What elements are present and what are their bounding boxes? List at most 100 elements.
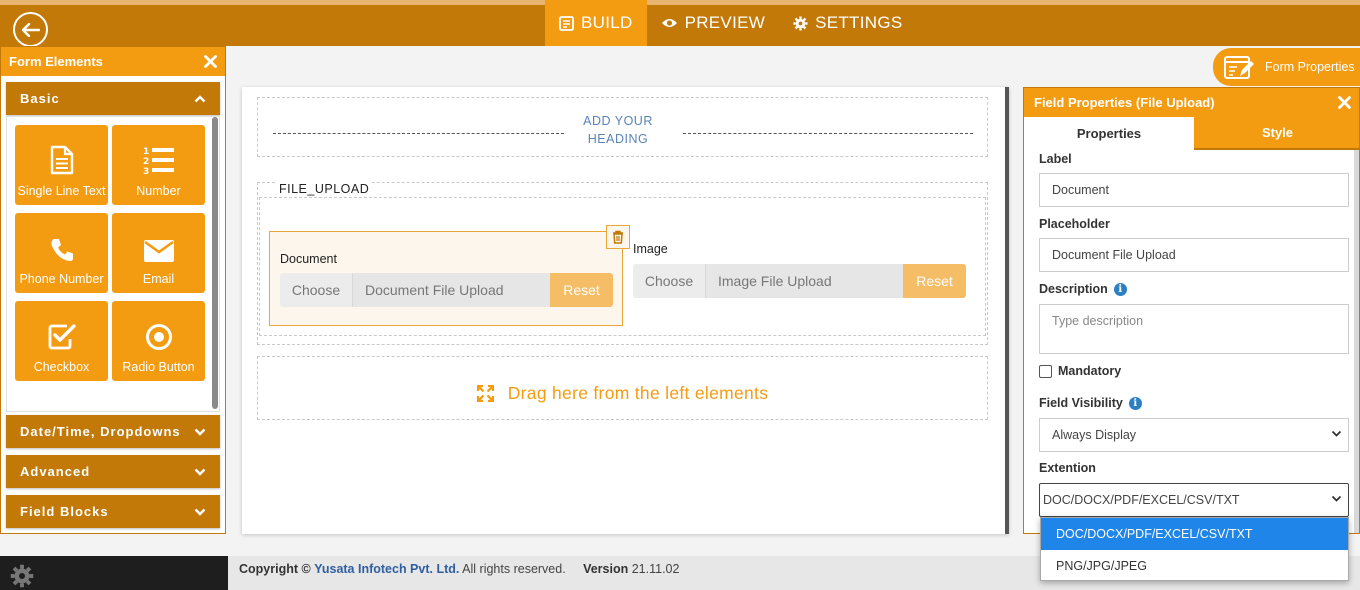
form-elements-header: Form Elements: [1, 47, 225, 76]
image-file-name[interactable]: Image File Upload: [706, 264, 903, 298]
chevron-down-icon: [1331, 430, 1342, 437]
numbered-list-icon: 123: [143, 147, 174, 175]
copyright-prefix: Copyright ©: [239, 562, 311, 576]
tile-number[interactable]: 123 Number: [112, 125, 205, 205]
top-bar: BUILD PREVIEW SETTINGS: [0, 0, 1360, 47]
properties-tabs: Properties Style: [1024, 117, 1359, 150]
company-link[interactable]: Yusata Infotech Pvt. Ltd.: [314, 562, 459, 576]
accordion-datetime-dropdowns[interactable]: Date/Time, Dropdowns: [6, 415, 220, 448]
document-file-name[interactable]: Document File Upload: [353, 273, 550, 307]
chevron-down-icon: [194, 508, 206, 516]
main-nav: BUILD PREVIEW SETTINGS: [545, 0, 917, 46]
document-icon: [50, 145, 73, 175]
label-field-title: Label: [1039, 152, 1072, 166]
description-field-title: Description i: [1039, 282, 1127, 296]
document-upload-control: Choose Document File Upload Reset: [280, 273, 613, 307]
heading-divider-left: [273, 133, 564, 134]
version-label: Version: [583, 562, 629, 576]
mandatory-row: Mandatory: [1039, 364, 1121, 378]
left-panel-scrollbar[interactable]: [212, 117, 218, 409]
tile-phone-number-label: Phone Number: [19, 272, 104, 286]
form-properties-button[interactable]: Form Properties: [1213, 48, 1360, 86]
checkbox-icon: [48, 324, 76, 350]
description-field-title-text: Description: [1039, 282, 1108, 296]
accordion-field-blocks-label: Field Blocks: [20, 504, 109, 519]
image-field-label: Image: [633, 242, 668, 256]
image-upload-control: Choose Image File Upload Reset: [633, 264, 966, 298]
tile-email-label: Email: [142, 272, 175, 286]
delete-field-button[interactable]: [606, 225, 630, 249]
extension-field-title-text: Extention: [1039, 461, 1096, 475]
extension-select[interactable]: DOC/DOCX/PDF/EXCEL/CSV/TXT: [1039, 483, 1349, 517]
field-properties-panel: Field Properties (File Upload) Propertie…: [1023, 87, 1360, 534]
tab-properties[interactable]: Properties: [1024, 117, 1194, 150]
close-icon[interactable]: [204, 55, 217, 68]
extension-option[interactable]: PNG/JPG/JPEG: [1041, 550, 1348, 582]
image-choose-button[interactable]: Choose: [633, 264, 706, 298]
back-button[interactable]: [13, 12, 48, 47]
mandatory-label: Mandatory: [1058, 364, 1122, 378]
tile-radio-button-label: Radio Button: [122, 360, 195, 374]
chevron-down-icon: [194, 468, 206, 476]
label-input[interactable]: Document: [1039, 173, 1349, 207]
svg-text:3: 3: [143, 167, 149, 175]
extension-option[interactable]: DOC/DOCX/PDF/EXCEL/CSV/TXT: [1041, 518, 1348, 550]
accordion-advanced[interactable]: Advanced: [6, 455, 220, 488]
envelope-icon: [143, 240, 174, 262]
document-field-selected[interactable]: Document Choose Document File Upload Res…: [269, 231, 623, 326]
mandatory-checkbox[interactable]: [1039, 364, 1052, 378]
tab-preview-label: PREVIEW: [684, 13, 766, 32]
extension-select-value: DOC/DOCX/PDF/EXCEL/CSV/TXT: [1043, 493, 1240, 507]
expand-arrows-icon: [476, 385, 494, 402]
right-panel-scrollbar[interactable]: [1354, 150, 1359, 533]
info-icon[interactable]: i: [1128, 396, 1142, 410]
svg-text:1: 1: [143, 147, 149, 157]
drop-hint-text: Drag here from the left elements: [507, 383, 769, 403]
tile-single-line-text[interactable]: Single Line Text: [15, 125, 108, 205]
placeholder-input[interactable]: Document File Upload: [1039, 238, 1349, 272]
phone-icon: [50, 239, 73, 261]
visibility-select[interactable]: Always Display: [1039, 418, 1349, 452]
accordion-basic-label: Basic: [20, 91, 60, 106]
close-icon[interactable]: [1338, 96, 1351, 109]
accordion-datetime-label: Date/Time, Dropdowns: [20, 424, 181, 439]
tile-phone-number[interactable]: Phone Number: [15, 213, 108, 293]
chevron-up-icon: [194, 94, 206, 102]
gear-icon[interactable]: [10, 564, 34, 588]
label-field-title-text: Label: [1039, 152, 1072, 166]
accordion-basic[interactable]: Basic: [6, 82, 220, 115]
description-textarea[interactable]: Type description: [1039, 304, 1349, 354]
footer-copyright: Copyright © Yusata Infotech Pvt. Ltd. Al…: [239, 562, 679, 576]
tab-settings[interactable]: SETTINGS: [779, 0, 916, 46]
image-reset-button[interactable]: Reset: [903, 264, 966, 298]
tile-checkbox-label: Checkbox: [33, 360, 90, 374]
radio-icon: [145, 324, 172, 350]
tab-build[interactable]: BUILD: [545, 0, 647, 46]
accordion-advanced-label: Advanced: [20, 464, 91, 479]
drop-hint: Drag here from the left elements: [257, 383, 988, 404]
document-choose-button[interactable]: Choose: [280, 273, 353, 307]
placeholder-field-title: Placeholder: [1039, 217, 1110, 231]
field-properties-title: Field Properties (File Upload): [1034, 95, 1215, 110]
extension-field-title: Extention: [1039, 461, 1096, 475]
visibility-field-title: Field Visibility i: [1039, 396, 1142, 410]
tab-style[interactable]: Style: [1194, 117, 1359, 150]
tab-preview[interactable]: PREVIEW: [647, 0, 780, 46]
placeholder-field-title-text: Placeholder: [1039, 217, 1110, 231]
section-title: FILE_UPLOAD: [276, 182, 373, 196]
tab-build-label: BUILD: [581, 13, 633, 32]
eye-icon: [661, 19, 677, 27]
tab-settings-label: SETTINGS: [815, 13, 903, 32]
info-icon[interactable]: i: [1113, 282, 1127, 296]
tile-checkbox[interactable]: Checkbox: [15, 301, 108, 381]
heading-block[interactable]: ADD YOUR HEADING: [257, 97, 988, 157]
accordion-field-blocks[interactable]: Field Blocks: [6, 495, 220, 528]
tile-radio-button[interactable]: Radio Button: [112, 301, 205, 381]
chevron-down-icon: [194, 428, 206, 436]
form-properties-label: Form Properties: [1265, 60, 1355, 74]
form-elements-panel: Form Elements Basic Single Line Text 123…: [0, 46, 226, 534]
heading-placeholder[interactable]: ADD YOUR HEADING: [578, 112, 658, 148]
document-reset-button[interactable]: Reset: [550, 273, 613, 307]
tile-single-line-text-label: Single Line Text: [17, 184, 106, 198]
tile-email[interactable]: Email: [112, 213, 205, 293]
